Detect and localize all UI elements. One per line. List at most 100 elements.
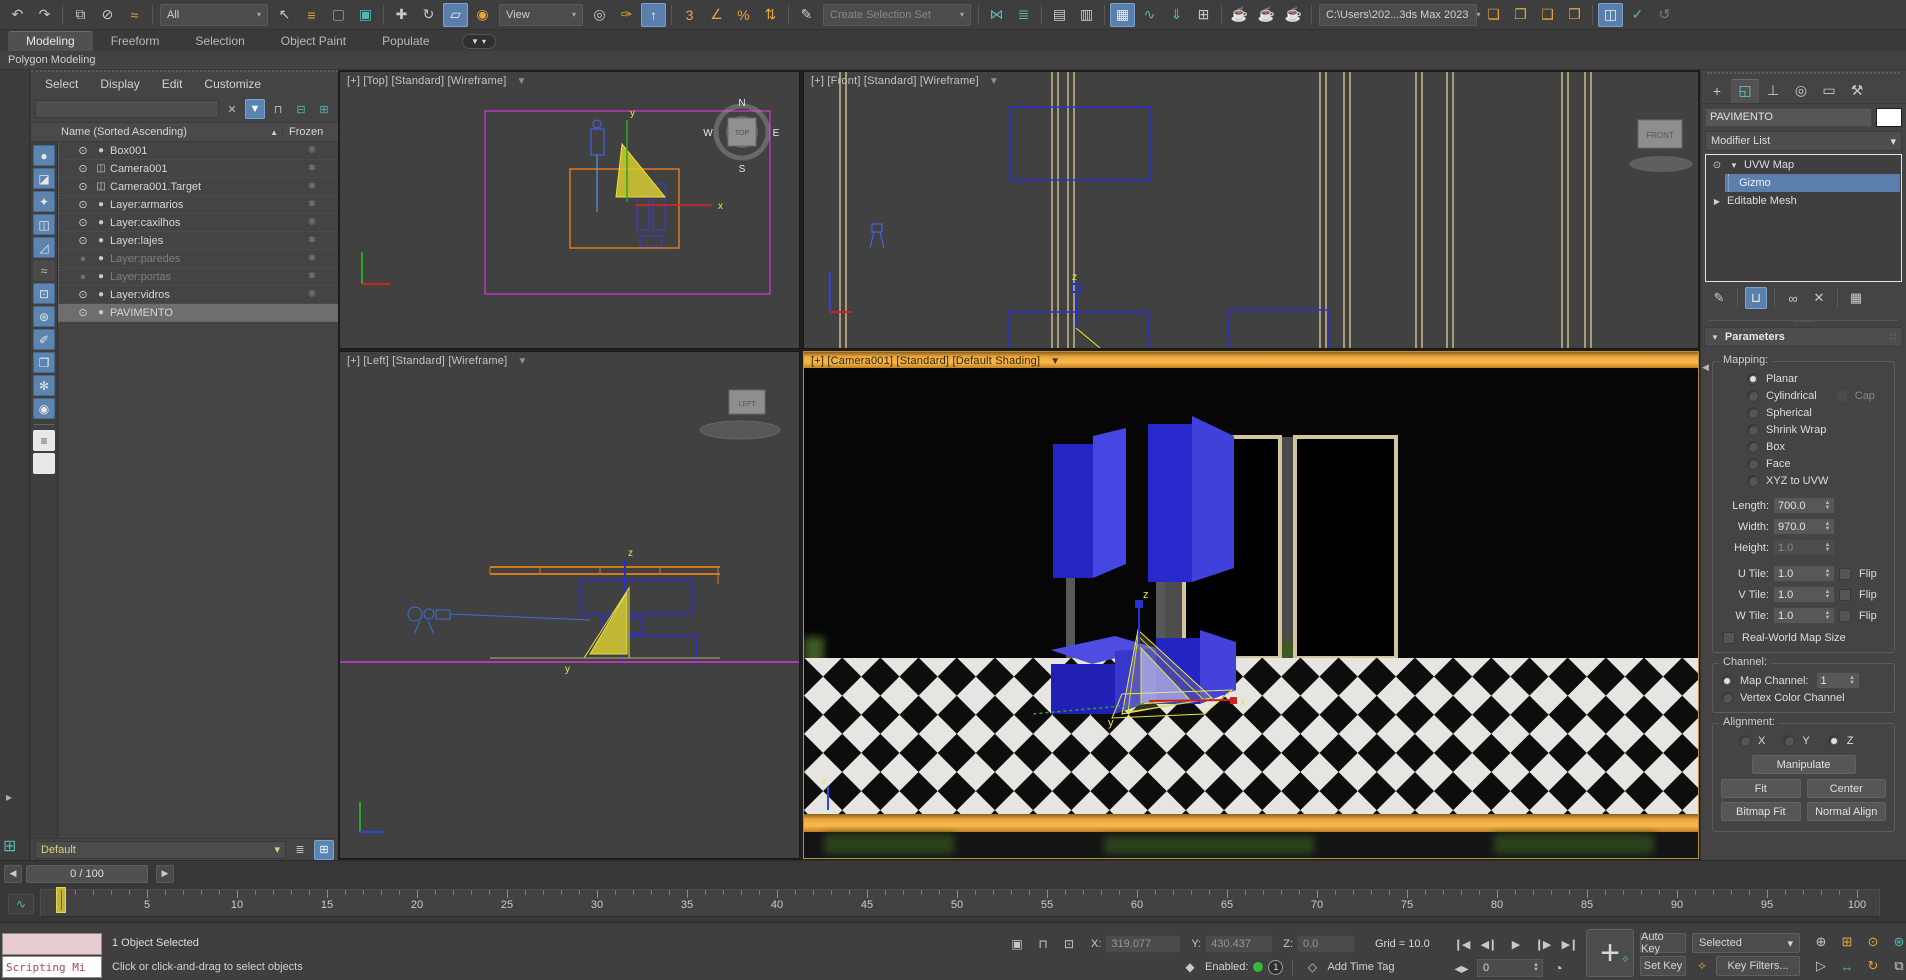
eye-icon[interactable]: ⊙	[74, 180, 92, 193]
search-input[interactable]	[35, 100, 219, 118]
project-folder-dropdown[interactable]: C:\Users\202...3ds Max 2023▾	[1319, 4, 1477, 26]
scene-script-dashed-icon[interactable]: ❒	[1562, 3, 1587, 27]
time-slider[interactable]	[56, 887, 66, 913]
sort-options-icon[interactable]: ≡	[33, 430, 55, 451]
dope-sheet-icon[interactable]: ⇓	[1164, 3, 1189, 27]
list-item[interactable]: ⊙◫Camera001.Target✱	[58, 178, 338, 196]
stack-item-gizmo[interactable]: Gizmo	[1725, 174, 1900, 192]
explorer-grid-icon[interactable]: ⊞	[314, 840, 334, 860]
frozen-snowflake-icon[interactable]: ✱	[286, 307, 338, 318]
tab-motion[interactable]: ◎	[1787, 79, 1815, 103]
eye-icon[interactable]: ⊙	[74, 306, 92, 319]
column-frozen[interactable]: Frozen	[282, 126, 338, 138]
save-reminder-icon[interactable]: ◫	[1598, 3, 1623, 27]
real-world-checkbox[interactable]: Real-World Map Size	[1719, 629, 1888, 646]
scene-script-folder-icon[interactable]: ❐	[1508, 3, 1533, 27]
pin-stack-icon[interactable]: ✎	[1708, 287, 1730, 309]
viewport-top-label[interactable]: [+] [Top] [Standard] [Wireframe]▼	[347, 75, 527, 87]
radio-map-channel[interactable]: Map Channel: 1▲▼	[1719, 672, 1888, 689]
filter-containers-icon[interactable]: ⊡	[33, 283, 55, 304]
ref-coord-dropdown[interactable]: View▾	[499, 4, 583, 26]
time-configuration-icon[interactable]: ◔	[1546, 956, 1571, 980]
set-keys-button[interactable]: +✧	[1586, 929, 1634, 977]
viewport-left-label[interactable]: [+] [Left] [Standard] [Wireframe]▼	[347, 355, 527, 367]
column-name[interactable]: Name (Sorted Ascending)	[31, 126, 270, 138]
stack-item-uvw-map[interactable]: ⊙ ▼ UVW Map	[1707, 156, 1900, 174]
u-flip-checkbox[interactable]	[1839, 568, 1851, 580]
clear-search-icon[interactable]: ✕	[222, 99, 242, 119]
list-item[interactable]: ⊙◫Camera001✱	[58, 160, 338, 178]
radio-align-z[interactable]: Z	[1828, 733, 1854, 750]
maximize-viewport-icon[interactable]: ⧉	[1887, 955, 1906, 977]
maxscript-listener-input[interactable]: Scripting Mi	[2, 956, 102, 978]
length-spinner[interactable]: 700.0▲▼	[1773, 497, 1835, 514]
radio-cylindrical[interactable]: Cylindrical Cap	[1719, 387, 1888, 404]
viewport-left[interactable]: [+] [Left] [Standard] [Wireframe]▼ LEFT	[340, 352, 799, 858]
tab-selection[interactable]: Selection	[177, 31, 262, 51]
tab-freeform[interactable]: Freeform	[93, 31, 178, 51]
current-frame-field[interactable]: 0▲▼	[1477, 959, 1543, 977]
curve-editor-icon[interactable]: ∿	[1137, 3, 1162, 27]
select-scale-icon[interactable]: ▱	[443, 3, 468, 27]
zoom-extents-icon[interactable]: ⊙	[1861, 931, 1885, 953]
viewport-front[interactable]: [+] [Front] [Standard] [Wireframe]▼	[804, 72, 1698, 348]
w-tile-spinner[interactable]: 1.0▲▼	[1773, 607, 1835, 624]
object-name-field[interactable]	[1705, 108, 1872, 127]
radio-spherical[interactable]: Spherical	[1719, 404, 1888, 421]
filter-particles-icon[interactable]: ✻	[33, 375, 55, 396]
maxscript-listener-pink[interactable]	[2, 933, 102, 955]
y-coordinate-field[interactable]: 430.437	[1205, 935, 1273, 953]
radio-vertex-color[interactable]: Vertex Color Channel	[1719, 689, 1888, 706]
configure-modifier-sets-icon[interactable]: ▦	[1845, 287, 1867, 309]
set-key-button[interactable]: Set Key	[1640, 956, 1686, 976]
select-rotate-icon[interactable]: ↻	[416, 3, 441, 27]
frozen-snowflake-icon[interactable]: ✱	[286, 217, 338, 228]
menu-customize[interactable]: Customize	[204, 77, 261, 91]
redo-icon[interactable]: ↷	[32, 3, 57, 27]
pan-icon[interactable]: ↔	[1835, 955, 1859, 977]
menu-display[interactable]: Display	[100, 77, 139, 91]
list-item[interactable]: ⊙●Layer:armarios✱	[58, 196, 338, 214]
eye-icon[interactable]: ⊙	[74, 198, 92, 211]
viewport-camera[interactable]: [+] [Camera001] [Standard] [Default Shad…	[804, 352, 1698, 858]
keyboard-override-icon[interactable]: ↑	[641, 3, 666, 27]
tab-display[interactable]: ▭	[1815, 79, 1843, 103]
filter-lights-icon[interactable]: ✦	[33, 191, 55, 212]
explorer-layers-icon[interactable]: ≣	[290, 840, 310, 860]
frozen-snowflake-icon[interactable]: ✱	[286, 181, 338, 192]
zoom-icon[interactable]: ⊕	[1809, 931, 1833, 953]
tab-utilities[interactable]: ⚒	[1843, 79, 1871, 103]
tab-modeling[interactable]: Modeling	[8, 31, 93, 51]
eye-icon[interactable]: ⊙	[74, 216, 92, 229]
filter-cameras-icon[interactable]: ◫	[33, 214, 55, 235]
radio-align-x[interactable]: X	[1739, 733, 1765, 750]
viewport-top[interactable]: [+] [Top] [Standard] [Wireframe]▼ x y	[340, 72, 799, 348]
history-icon[interactable]: ↺	[1652, 3, 1677, 27]
manipulate-button[interactable]: Manipulate	[1752, 755, 1856, 774]
scene-script-gear-icon[interactable]: ❏	[1481, 3, 1506, 27]
filter-funnel-icon[interactable]: ▼	[245, 99, 265, 119]
expand-tree-icon[interactable]: ⊟	[291, 99, 311, 119]
selection-lock-icon[interactable]: ⊓	[1032, 934, 1054, 954]
eye-icon[interactable]: ⊙	[1710, 160, 1724, 171]
selection-filter-dropdown[interactable]: All▾	[160, 4, 268, 26]
zoom-extents-all-icon[interactable]: ⊛	[1887, 931, 1906, 953]
scene-check-icon[interactable]: ✓	[1625, 3, 1650, 27]
viewport-camera-label[interactable]: [+] [Camera001] [Standard] [Default Shad…	[811, 355, 1060, 367]
list-item[interactable]: ⊙●Layer:vidros✱	[58, 286, 338, 304]
tab-object-paint[interactable]: Object Paint	[263, 31, 364, 51]
parameters-rollout-header[interactable]: ▼ Parameters ∷	[1704, 327, 1903, 347]
align-icon[interactable]: ≣	[1011, 3, 1036, 27]
isolate-toggle-icon[interactable]: ▣	[1006, 934, 1028, 954]
auto-key-button[interactable]: Auto Key	[1640, 933, 1686, 953]
chevron-down-icon[interactable]: ▼	[1727, 161, 1741, 170]
previous-frame-icon[interactable]: ◀❙	[1476, 933, 1501, 955]
undo-icon[interactable]: ↶	[5, 3, 30, 27]
named-selection-sets-icon[interactable]: ✎	[794, 3, 819, 27]
menu-edit[interactable]: Edit	[162, 77, 183, 91]
list-item[interactable]: ⊙●Layer:lajes✱	[58, 232, 338, 250]
show-end-result-icon[interactable]: ⊔	[1745, 287, 1767, 309]
rect-selection-region-icon[interactable]: ▢	[326, 3, 351, 27]
center-button[interactable]: Center	[1807, 779, 1887, 798]
fit-button[interactable]: Fit	[1721, 779, 1801, 798]
